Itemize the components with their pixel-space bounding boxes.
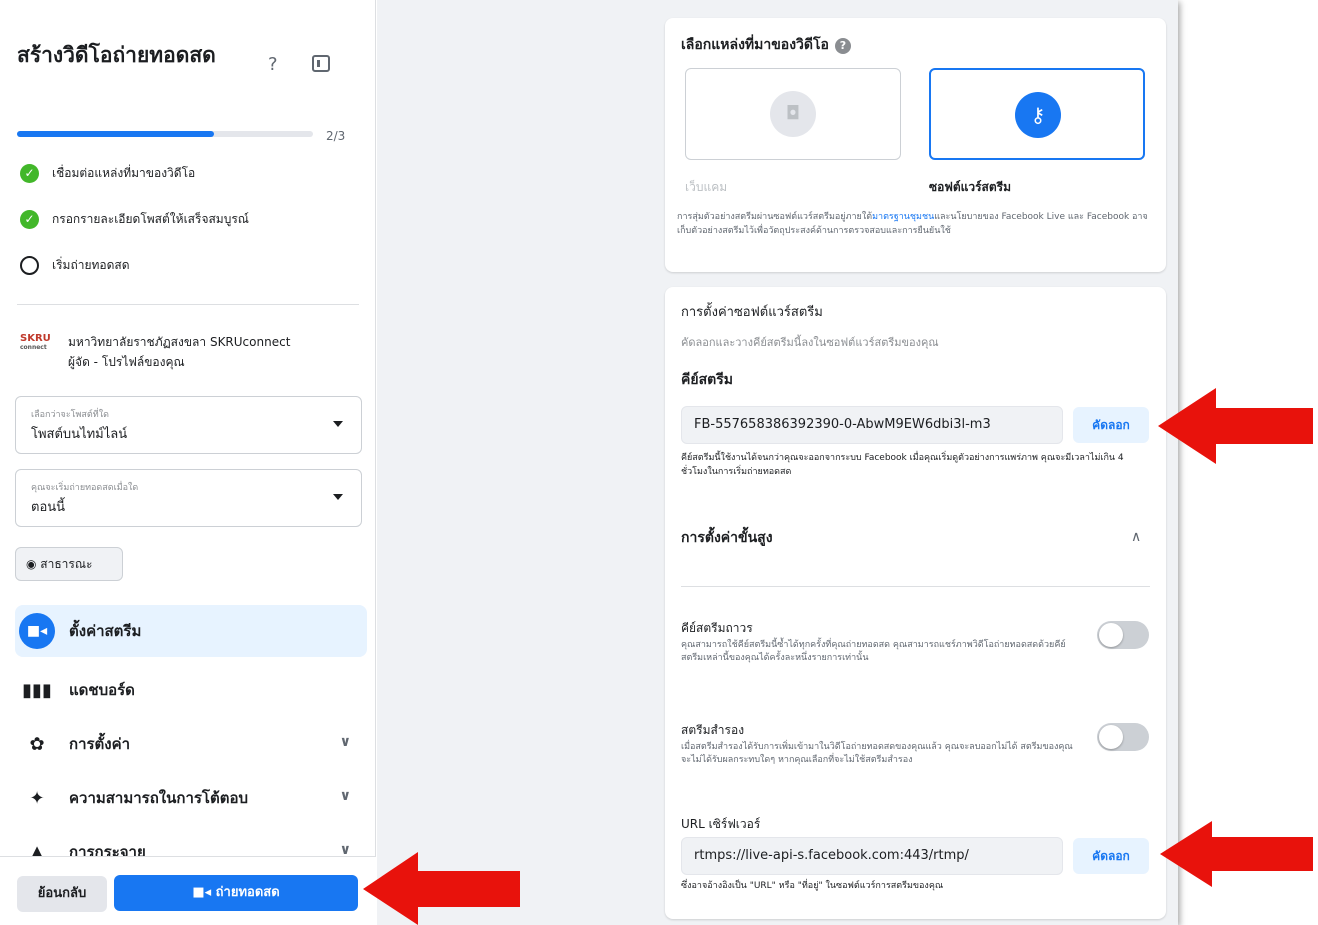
video-camera-icon: ■◂ (19, 613, 55, 649)
advanced-settings-title[interactable]: การตั้งค่าขั้นสูง (681, 527, 773, 549)
stream-setup-card: การตั้งค่าซอฟต์แวร์สตรีม คัดลอกและวางคีย… (665, 287, 1166, 919)
video-icon: ■◂ (192, 885, 216, 900)
progress-bar-fill (17, 131, 215, 137)
go-live-button[interactable]: ■◂ ถ่ายทอดสด (114, 875, 358, 911)
stream-key-label: คีย์สตรีม (681, 372, 733, 388)
go-live-label: ถ่ายทอดสด (215, 885, 280, 900)
chevron-down-icon: ∨ (339, 734, 351, 750)
divider (681, 586, 1150, 587)
nav-label: ความสามารถในการโต้ตอบ (69, 789, 249, 807)
globe-icon: ◉ (26, 557, 41, 571)
step-label: เริ่มถ่ายทอดสด (52, 257, 130, 272)
copy-stream-key-button[interactable]: คัดลอก (1073, 407, 1149, 443)
step-post-details: ✓ กรอกรายละเอียดโพสต์ให้เสร็จสมบูรณ์ (20, 208, 249, 230)
server-url-label: URL เซิร์ฟเวอร์ (681, 817, 761, 831)
nav-label: แดชบอร์ด (69, 681, 135, 699)
nav-stream-setup[interactable]: ■◂ ตั้งค่าสตรีม (15, 605, 367, 657)
progress-bar (17, 131, 313, 137)
page-name-block: มหาวิทยาลัยราชภัฏสงขลา SKRUconnect ผู้จั… (68, 332, 368, 372)
select-value: โพสต์บนไทม์ไลน์ (31, 427, 128, 442)
camera-icon: ◘ (770, 91, 816, 137)
audience-label: สาธารณะ (40, 557, 93, 571)
audience-button[interactable]: ◉ สาธารณะ (15, 547, 123, 581)
select-label: คุณจะเริ่มถ่ายทอดสดเมื่อใด (31, 483, 139, 493)
key-icon: ⚷ (1015, 92, 1061, 138)
page-logo-text: SKRU (20, 333, 51, 344)
server-url-field[interactable]: rtmps://live-api-s.facebook.com:443/rtmp… (681, 837, 1063, 875)
preview-area (377, 0, 654, 925)
video-source-title: เลือกแหล่งที่มาของวิดีโอ? (681, 34, 851, 56)
source-description: การสุ่มตัวอย่างสตรีมผ่านซอฟต์แวร์สตรีมอย… (677, 210, 1157, 238)
arrow-left-icon (1160, 821, 1313, 887)
community-standards-link[interactable]: มาตรฐานชุมชน (872, 212, 934, 222)
step-go-live: เริ่มถ่ายทอดสด (20, 254, 130, 276)
empty-circle-icon (20, 255, 39, 275)
streaming-software-option[interactable]: ⚷ (929, 68, 1145, 160)
step-label: กรอกรายละเอียดโพสต์ให้เสร็จสมบูรณ์ (52, 211, 249, 226)
divider (17, 304, 359, 305)
persistent-key-title: คีย์สตรีมถาวร (681, 621, 753, 635)
caret-down-icon (333, 421, 343, 427)
page-logo-subtext: connect (20, 344, 47, 351)
webcam-option[interactable]: ◘ (685, 68, 901, 160)
check-icon: ✓ (20, 209, 39, 229)
stream-key-note: คีย์สตรีมนี้ใช้งานได้จนกว่าคุณจะออกจากระ… (681, 453, 1124, 477)
post-location-select[interactable]: เลือกว่าจะโพสต์ที่ใด โพสต์บนไทม์ไลน์ (15, 396, 362, 454)
nav-interactivity[interactable]: ✦ ความสามารถในการโต้ตอบ ∨ (15, 772, 367, 824)
progress-text: 2/3 (326, 129, 346, 143)
backup-stream-title: สตรีมสำรอง (681, 723, 745, 737)
collapse-panel-icon[interactable] (312, 55, 330, 72)
help-icon[interactable]: ? (268, 54, 278, 75)
page-title: สร้างวิดีโอถ่ายทอดสด (17, 43, 216, 67)
select-value: ตอนนี้ (31, 500, 66, 515)
select-label: เลือกว่าจะโพสต์ที่ใด (31, 410, 109, 420)
page-logo: SKRU connect (20, 333, 56, 361)
step-connect-source: ✓ เชื่อมต่อแหล่งที่มาของวิดีโอ (20, 162, 195, 184)
nav-label: ตั้งค่าสตรีม (69, 622, 142, 640)
description-text: การสุ่มตัวอย่างสตรีมผ่านซอฟต์แวร์สตรีมอย… (677, 212, 873, 222)
video-source-title-text: เลือกแหล่งที่มาของวิดีโอ (681, 37, 829, 53)
webcam-label: เว็บแคม (685, 180, 728, 194)
persistent-key-desc: คุณสามารถใช้คีย์สตรีมนี้ซ้ำได้ทุกครั้งที… (681, 640, 1066, 663)
video-source-card: เลือกแหล่งที่มาของวิดีโอ? ◘ ⚷ เว็บแคม ซอ… (665, 18, 1166, 272)
caret-down-icon (333, 494, 343, 500)
stream-setup-subtitle: คัดลอกและวางคีย์สตรีมนี้ลงในซอฟต์แวร์สตร… (681, 336, 939, 349)
live-producer-sidebar: สร้างวิดีโอถ่ายทอดสด ? 2/3 ✓ เชื่อมต่อแห… (0, 0, 376, 925)
help-icon[interactable]: ? (834, 38, 851, 54)
server-url-note: ซึ่งอาจอ้างอิงเป็น "URL" หรือ "ที่อยู่" … (681, 881, 944, 891)
copy-server-url-button[interactable]: คัดลอก (1073, 838, 1149, 874)
start-time-select[interactable]: คุณจะเริ่มถ่ายทอดสดเมื่อใด ตอนนี้ (15, 469, 362, 527)
nav-dashboard[interactable]: ▮▮▮ แดชบอร์ด (15, 664, 367, 716)
stream-setup-title: การตั้งค่าซอฟต์แวร์สตรีม (681, 305, 823, 320)
check-icon: ✓ (20, 163, 39, 183)
sidebar-footer: ย้อนกลับ ■◂ ถ่ายทอดสด (0, 856, 376, 925)
chevron-up-icon[interactable]: ∧ (1131, 529, 1141, 545)
nav-label: การตั้งค่า (69, 735, 131, 753)
page-role: ผู้จัด - โปรไฟล์ของคุณ (68, 355, 185, 369)
backup-stream-desc: เมื่อสตรีมสำรองได้รับการเพิ่มเข้ามาในวิด… (681, 742, 1073, 765)
arrow-left-icon (363, 852, 520, 925)
streaming-software-label: ซอฟต์แวร์สตรีม (929, 180, 1012, 194)
nav-settings[interactable]: ✿ การตั้งค่า ∨ (15, 718, 367, 770)
dashboard-icon: ▮▮▮ (22, 679, 52, 701)
page-name: มหาวิทยาลัยราชภัฏสงขลา SKRUconnect (68, 335, 291, 349)
chevron-down-icon: ∨ (339, 788, 351, 804)
back-button[interactable]: ย้อนกลับ (17, 876, 107, 912)
backup-stream-toggle[interactable] (1097, 723, 1149, 751)
stream-key-field[interactable]: FB-557658386392390-0-AbwM9EW6dbi3l-m3 (681, 406, 1063, 444)
gear-icon: ✿ (29, 733, 45, 755)
arrow-left-icon (1158, 388, 1313, 464)
step-label: เชื่อมต่อแหล่งที่มาของวิดีโอ (52, 165, 196, 180)
sparkle-icon: ✦ (29, 787, 45, 809)
persistent-key-toggle[interactable] (1097, 621, 1149, 649)
